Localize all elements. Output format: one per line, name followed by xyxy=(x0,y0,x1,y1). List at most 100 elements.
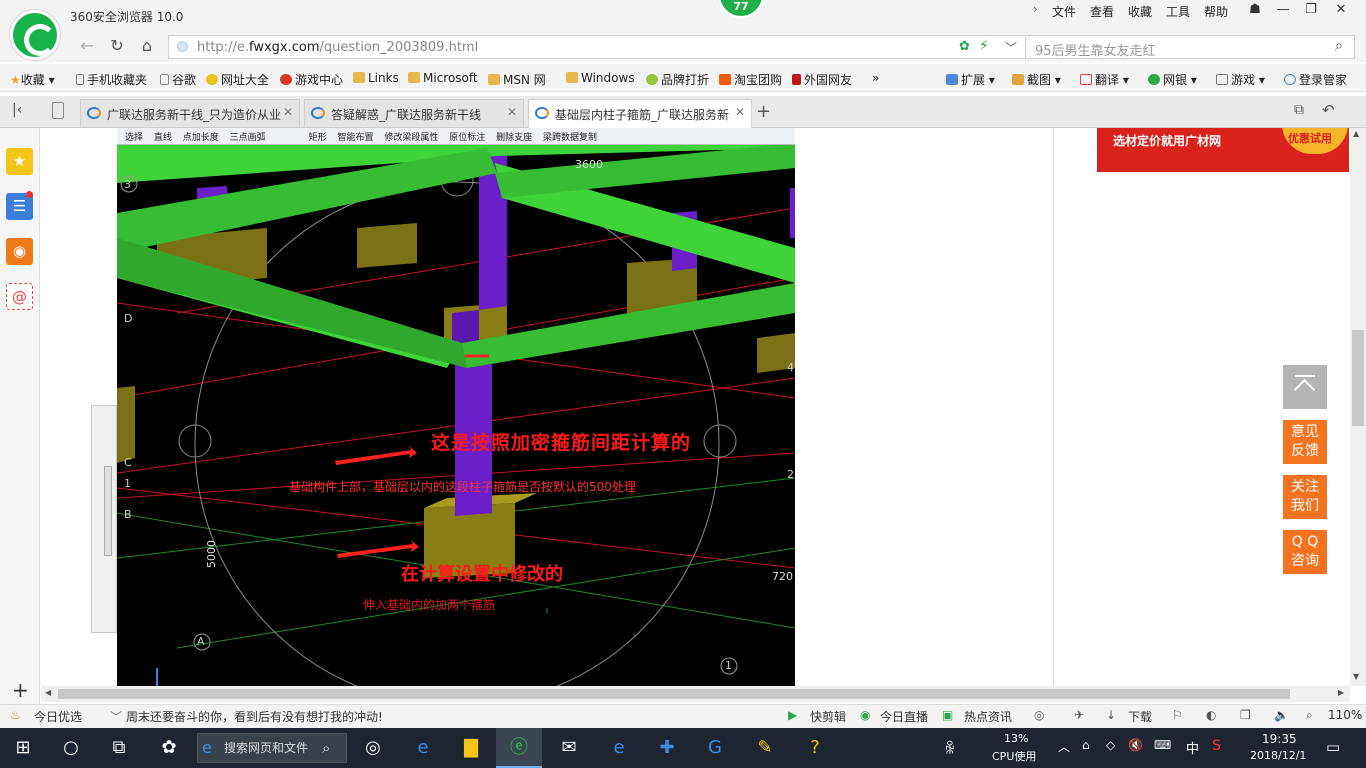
clock-date[interactable]: 2018/12/1 xyxy=(1250,749,1306,762)
follow-us-button[interactable]: 关注我们 xyxy=(1283,475,1327,519)
toolbar-bank[interactable]: 网银 ▾ xyxy=(1148,71,1197,88)
weibo-icon[interactable]: ◉ xyxy=(6,238,33,265)
sidebar-add-button[interactable]: + xyxy=(12,678,29,702)
bookmark-mobile[interactable]: 手机收藏夹 xyxy=(76,71,147,88)
chevron-up-icon[interactable]: ︿ xyxy=(1058,738,1070,755)
qq-consult-button[interactable]: Q Q咨询 xyxy=(1283,530,1327,574)
lightning-icon[interactable]: ⚡ xyxy=(979,38,989,54)
tab-2[interactable]: 答疑解惑_广联达服务新干线 ✕ xyxy=(304,99,524,127)
new-tab-button[interactable]: + xyxy=(756,101,771,122)
close-icon[interactable]: ✕ xyxy=(283,105,293,119)
vertical-scroll-thumb[interactable] xyxy=(1352,330,1364,426)
task-view-icon[interactable]: ⧉ xyxy=(96,728,142,768)
bookmark-brand[interactable]: 品牌打折 xyxy=(646,71,709,88)
scroll-up-icon[interactable]: ▲ xyxy=(1353,129,1359,138)
minimize-button[interactable]: — xyxy=(1268,2,1298,22)
horizontal-scroll-thumb[interactable] xyxy=(58,689,1290,699)
skin-icon[interactable]: ☗ xyxy=(1240,2,1270,22)
panel-scrollbar[interactable] xyxy=(104,466,112,556)
bookmark-windows[interactable]: Windows xyxy=(566,71,635,85)
cortana-icon[interactable]: ○ xyxy=(48,728,94,768)
refresh-button[interactable]: ↻ xyxy=(104,36,130,58)
keyboard-icon[interactable]: ⌨ xyxy=(1154,738,1171,752)
volume-muted-icon[interactable]: 🔇 xyxy=(1128,738,1143,752)
tab-list-icon[interactable]: ⧉ xyxy=(1294,102,1304,118)
bookmark-taobao[interactable]: 淘宝团购 xyxy=(719,71,782,88)
ime-indicator[interactable]: 中 xyxy=(1186,738,1199,757)
ad-banner[interactable]: 选材定价就用广材网 优惠试用 xyxy=(1097,128,1349,172)
live-link[interactable]: 今日直播 xyxy=(880,708,928,725)
speed-icon[interactable]: ◎ xyxy=(1034,708,1044,722)
wifi-icon[interactable]: ◇ xyxy=(1106,738,1115,752)
taskbar-search-input[interactable]: e 搜索网页和文件 ⌕ xyxy=(197,733,347,763)
mail-icon[interactable]: ✉ xyxy=(546,728,592,768)
bookmark-sites[interactable]: 网址大全 xyxy=(206,71,269,88)
email-icon[interactable]: @ xyxy=(6,283,33,310)
bookmark-msn[interactable]: MSN 网 xyxy=(488,71,546,88)
chevron-down-icon[interactable]: ﹀ xyxy=(1005,39,1017,56)
phone-icon[interactable] xyxy=(52,102,64,119)
news-ticker-link[interactable]: 周末还要奋斗的你，看到后有没有想打我的冲动! xyxy=(126,708,383,725)
pin-icon[interactable]: ✈ xyxy=(1074,708,1084,722)
toolbar-extensions[interactable]: 扩展 ▾ xyxy=(946,71,995,88)
file-explorer-icon[interactable]: ▇ xyxy=(448,728,494,768)
quick-edit-link[interactable]: 快剪辑 xyxy=(810,708,846,725)
chevron-right-icon[interactable]: › xyxy=(1033,2,1038,16)
close-icon[interactable]: ✕ xyxy=(507,105,517,119)
bookmark-links[interactable]: Links xyxy=(353,71,399,85)
back-to-top-button[interactable] xyxy=(1283,365,1327,409)
sogou-icon[interactable]: S xyxy=(1212,738,1221,754)
notes-icon[interactable]: ✎ xyxy=(742,728,788,768)
undo-close-icon[interactable]: ↶ xyxy=(1322,101,1335,119)
bookmark-foreign[interactable]: 外国网友 xyxy=(792,71,852,88)
speed-mode-icon[interactable]: ✿ xyxy=(959,39,970,54)
notification-center-icon[interactable]: ▭ xyxy=(1326,738,1340,756)
sidebar-toggle-icon[interactable]: |‹ xyxy=(12,102,22,118)
menu-tools[interactable]: 工具 xyxy=(1166,3,1190,20)
favorites-star-icon[interactable]: ★ xyxy=(6,148,33,175)
bookmarks-more[interactable]: » xyxy=(872,71,879,85)
hot-news-link[interactable]: 热点资讯 xyxy=(964,708,1012,725)
today-picks-link[interactable]: 今日优选 xyxy=(34,708,82,725)
scroll-right-icon[interactable]: ▶ xyxy=(1338,688,1344,697)
window-icon[interactable]: ❐ xyxy=(1240,708,1251,722)
menu-file[interactable]: 文件 xyxy=(1052,3,1076,20)
bookmark-favorites[interactable]: ★收藏 ▾ xyxy=(10,71,55,88)
windows-start-icon[interactable]: ⊞ xyxy=(0,728,46,768)
tab-3-active[interactable]: 基础层内柱子箍筋_广联达服务新 ✕ xyxy=(528,99,752,129)
toolbar-translate[interactable]: 翻译 ▾ xyxy=(1080,71,1129,88)
tab-1[interactable]: 广联达服务新干线_只为造价从业 ✕ xyxy=(80,99,300,127)
search-input[interactable]: 95后男生靠女友走红 ⌕ xyxy=(1027,35,1355,59)
bookmark-google[interactable]: 谷歌 xyxy=(160,71,196,88)
toolbar-manager[interactable]: 登录管家 xyxy=(1284,71,1347,88)
toolbar-games[interactable]: 游戏 ▾ xyxy=(1216,71,1265,88)
maximize-button[interactable]: ❐ xyxy=(1296,2,1326,22)
menu-view[interactable]: 查看 xyxy=(1090,3,1114,20)
glodon-icon[interactable]: G xyxy=(692,728,738,768)
home-button[interactable]: ⌂ xyxy=(134,36,160,58)
360-browser-taskbar-icon[interactable]: ⓔ xyxy=(496,728,542,768)
toolbar-screenshot[interactable]: 截图 ▾ xyxy=(1012,71,1061,88)
help-app-icon[interactable]: ? xyxy=(792,728,838,768)
download-link[interactable]: 下载 xyxy=(1128,708,1152,725)
clock-time[interactable]: 19:35 xyxy=(1262,732,1297,746)
feedback-button[interactable]: 意见反馈 xyxy=(1283,420,1327,464)
search-icon[interactable]: ⌕ xyxy=(1335,38,1343,54)
edge-icon[interactable]: e xyxy=(596,728,642,768)
close-button[interactable]: ✕ xyxy=(1326,2,1356,22)
back-button[interactable]: ← xyxy=(74,36,100,58)
plus-app-icon[interactable]: ✚ xyxy=(644,728,690,768)
360-speed-icon[interactable]: ◎ xyxy=(350,728,396,768)
bookmark-microsoft[interactable]: Microsoft xyxy=(408,71,478,85)
close-icon[interactable]: ✕ xyxy=(735,105,745,119)
sound-icon[interactable]: 🔈 xyxy=(1274,708,1289,722)
pinwheel-app-icon[interactable]: ✿ xyxy=(146,728,192,768)
url-input[interactable]: http://e.fwxgx.com/question_2003809.html… xyxy=(168,35,1026,59)
bookmark-games[interactable]: 游戏中心 xyxy=(280,71,343,88)
zoom-level[interactable]: 110% xyxy=(1328,708,1362,722)
scroll-left-icon[interactable]: ◀ xyxy=(45,688,51,697)
network-icon[interactable]: ⌂ xyxy=(1082,738,1090,752)
browser-icon[interactable]: ◐ xyxy=(1206,708,1216,722)
reading-icon[interactable]: ⚐ xyxy=(1172,708,1183,722)
people-icon[interactable]: ꆜ xyxy=(944,738,956,758)
